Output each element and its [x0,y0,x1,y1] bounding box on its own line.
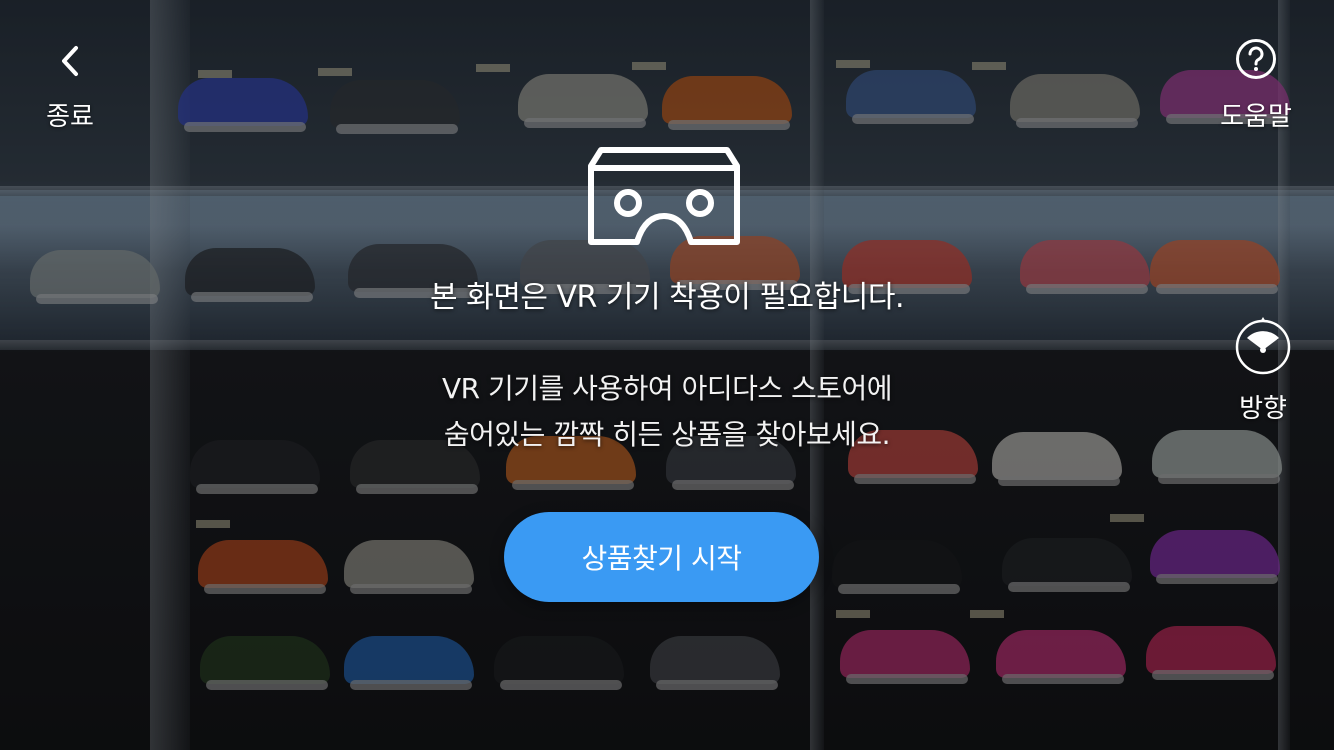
direction-label: 방향 [1239,394,1287,424]
exit-label: 종료 [46,102,94,132]
start-product-search-button[interactable]: 상품찾기 시작 [504,512,819,602]
exit-button[interactable]: 종료 [30,38,110,134]
question-circle-icon [1236,39,1276,79]
description-line: VR 기기를 사용하여 아디다스 스토어에 [441,372,893,405]
vr-required-notice: 본 화면은 VR 기기 착용이 필요합니다. [430,280,904,315]
description-line: 숨어있는 깜짝 히든 상품을 찾아보세요. [443,418,891,451]
direction-button[interactable]: 방향 [1222,312,1304,424]
compass-direction-icon [1235,317,1291,375]
back-chevron-icon [62,46,78,76]
vr-intro-screen: 종료 도움말 방향 본 화면은 VR 기기 착용이 필요합니다. VR 기기를 … [0,0,1334,750]
vr-headset-icon [588,147,740,245]
hidden-product-description: VR 기기를 사용하여 아디다스 스토어에 숨어있는 깜짝 히든 상품을 찾아보… [317,366,1017,458]
help-button[interactable]: 도움말 [1210,36,1302,132]
help-label: 도움말 [1220,102,1292,132]
